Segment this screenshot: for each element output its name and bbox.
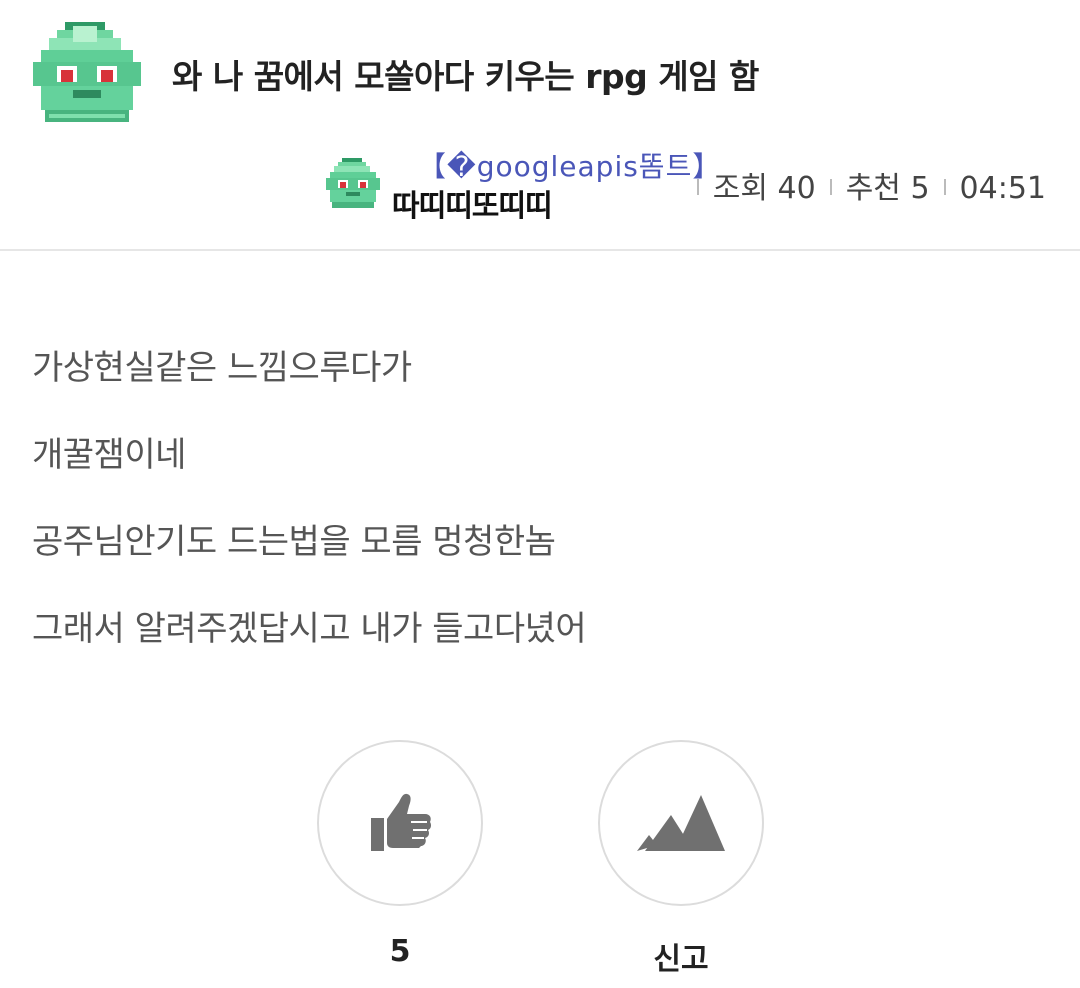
post-line: 공주님안기도 드는법을 모름 멍청한놈 [32,522,556,562]
post-body: 가상현실같은 느낌으루다가 개꿀잼이네 공주님안기도 드는법을 모름 멍청한놈 … [32,340,1052,688]
like-count: 5 [389,934,411,969]
thumbs-up-icon [371,793,432,851]
stats-divider [943,178,946,195]
stats-divider [696,178,699,195]
report-button[interactable]: 신고 [596,740,766,978]
post-line: 개꿀잼이네 [32,435,186,475]
post-time: 04:51 [959,171,1046,206]
post-line: 그래서 알려주겠답시고 내가 들고다녔어 [32,609,587,649]
bulbasaur-pixel-icon [33,22,141,122]
like-button-circle[interactable] [317,740,483,906]
post-line: 가상현실같은 느낌으루다가 [32,348,412,388]
report-label: 신고 [653,942,709,977]
post-header: 와 나 꿈에서 모쏠아다 키우는 rpg 게임 함 【�googleapis똠트… [0,0,1080,250]
report-button-circle[interactable] [598,740,764,906]
mountain-report-icon [637,795,725,851]
post-title: 와 나 꿈에서 모쏠아다 키우는 rpg 게임 함 [172,57,759,96]
post-page: 와 나 꿈에서 모쏠아다 키우는 rpg 게임 함 【�googleapis똠트… [0,0,1080,988]
author-tag[interactable]: 【�googleapis똠트】 [418,145,721,185]
author-name[interactable]: 따띠띠또띠띠 [392,181,553,225]
post-actions: 5 신고 [0,740,1080,988]
recommend-count: 추천 5 [845,171,930,206]
view-count: 조회 40 [712,171,816,206]
post-stats: 조회 40 추천 5 04:51 [683,163,1046,207]
header-divider [0,249,1080,251]
like-button[interactable]: 5 [315,740,485,969]
stats-divider [829,178,832,195]
post-meta: 【�googleapis똠트】 따띠띠또띠띠 조회 40 추천 5 04:51 [326,145,1046,225]
bulbasaur-pixel-icon [326,158,380,208]
